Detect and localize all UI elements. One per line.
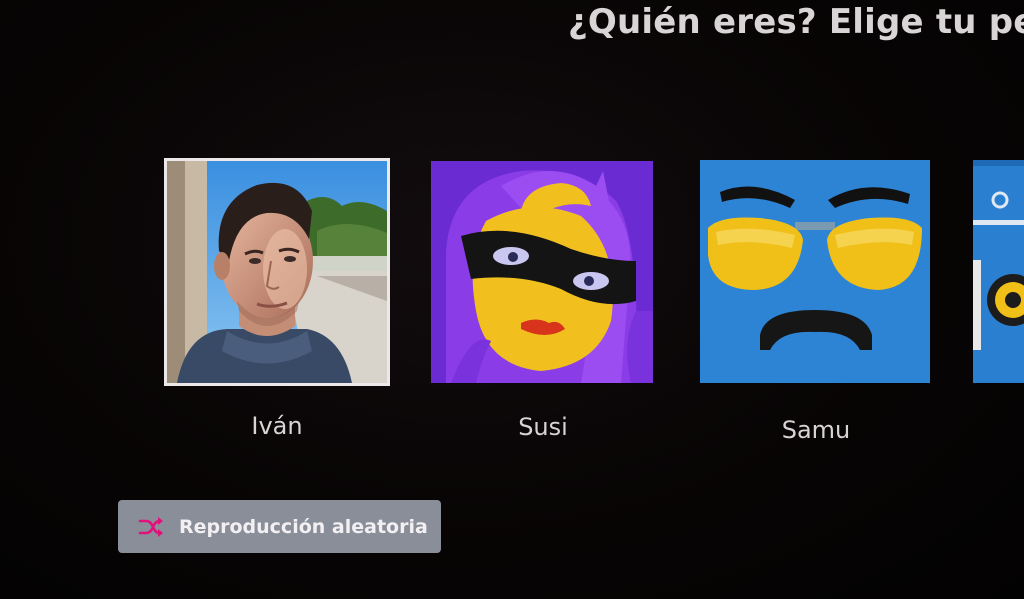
sunglasses-mustache-avatar [700,160,930,383]
profile-avatar-susi[interactable] [431,161,653,383]
profile-avatar-samu[interactable] [700,160,930,383]
shuffle-play-button[interactable]: Reproducción aleatoria [118,500,441,553]
robot-avatar [973,160,1024,383]
profile-name-ivan: Iván [251,412,303,440]
profile-name-susi: Susi [518,413,568,441]
masked-woman-avatar [431,161,653,383]
profile-selection-screen: ¿Quién eres? Elige tu perfil [0,0,1024,599]
photo-avatar [167,161,387,383]
profile-avatar-partial[interactable] [973,160,1024,383]
page-title: ¿Quién eres? Elige tu perfil [568,2,1024,42]
shuffle-play-label: Reproducción aleatoria [179,515,428,538]
profile-avatar-ivan[interactable] [164,158,390,386]
shuffle-icon [138,516,164,538]
profile-name-samu: Samu [781,416,851,444]
